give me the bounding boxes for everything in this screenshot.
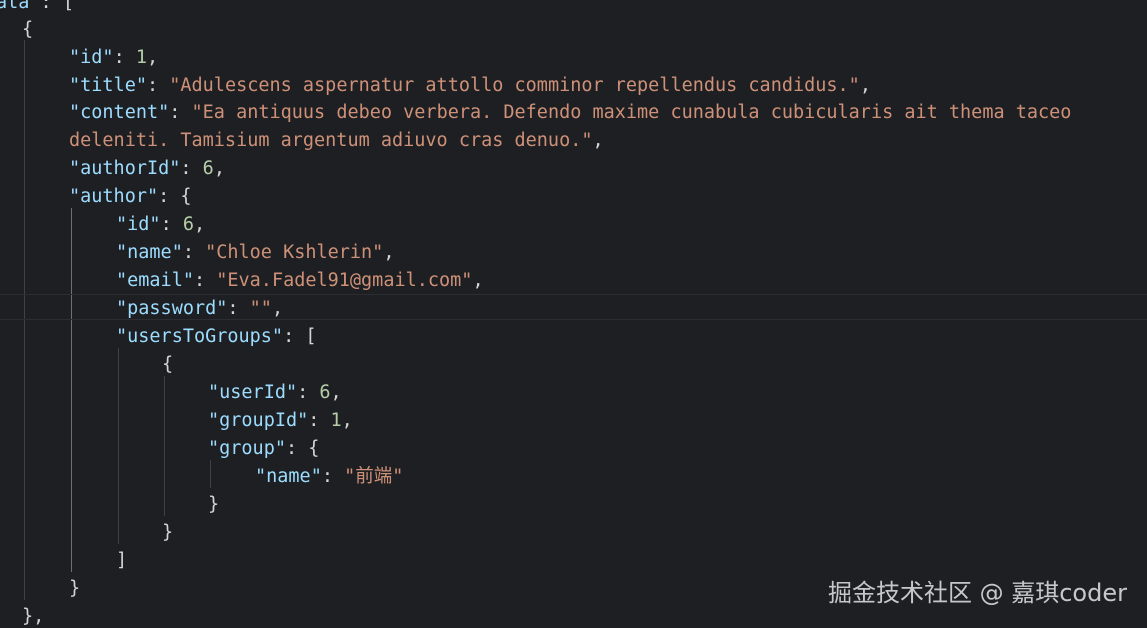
code-line: "password": "",: [116, 295, 283, 323]
code-line: },: [22, 603, 44, 628]
json-punctuation: ,: [146, 47, 159, 68]
json-punctuation: {: [162, 354, 174, 375]
code-line: "title": "Adulescens aspernatur attollo …: [69, 72, 871, 100]
code-line: "name": "前端": [255, 463, 403, 491]
json-punctuation: :: [321, 466, 345, 487]
json-punctuation: }: [69, 578, 81, 599]
json-punctuation: :: [169, 102, 192, 123]
indent-guide: [118, 348, 119, 544]
json-string: "前端": [344, 466, 404, 487]
json-key: "name": [255, 466, 322, 487]
code-line: "groupId": 1,: [208, 407, 353, 435]
json-key: "groupId": [208, 410, 309, 431]
json-punctuation: ]: [116, 550, 128, 571]
json-punctuation: :: [193, 270, 217, 291]
code-line: ata : [: [0, 0, 74, 17]
json-key: "group": [208, 438, 286, 459]
watermark: 掘金技术社区 @ 嘉琪coder: [827, 579, 1127, 607]
json-string: "Adulescens aspernatur attollo comminor …: [169, 75, 860, 96]
code-line: "email": "Eva.Fadel91@gmail.com",: [116, 267, 484, 295]
json-punctuation: :: [113, 47, 136, 68]
json-key: "title": [69, 75, 147, 96]
json-key: "password": [116, 298, 228, 319]
indent-guide: [164, 376, 165, 516]
json-punctuation: :: [297, 382, 320, 403]
code-line: "authorId": 6,: [69, 155, 225, 183]
json-key: "id": [69, 47, 114, 68]
json-punctuation: ,: [330, 382, 342, 403]
json-punctuation: }: [162, 522, 174, 543]
code-line: ]: [116, 547, 127, 575]
code-line: deleniti. Tamisium argentum adiuvo cras …: [69, 127, 604, 155]
code-line: }: [162, 519, 173, 547]
code-line: {: [22, 16, 33, 44]
json-punctuation: : {: [158, 186, 192, 207]
json-punctuation: ,: [341, 410, 353, 431]
json-key: "usersToGroups": [116, 326, 284, 347]
json-punctuation: ,: [213, 158, 225, 179]
json-punctuation: :: [182, 242, 206, 263]
json-number: 6: [202, 158, 214, 179]
json-punctuation: ,: [859, 75, 871, 96]
code-line: "id": 1,: [69, 44, 158, 72]
json-key: "author": [69, 186, 159, 207]
code-line: {: [162, 351, 173, 379]
indent-guide: [71, 208, 72, 572]
json-punctuation: :: [146, 75, 170, 96]
code-line: "userId": 6,: [208, 379, 342, 407]
code-line: }: [208, 491, 219, 519]
json-punctuation: :: [227, 298, 250, 319]
json-string: deleniti. Tamisium argentum adiuvo cras …: [69, 130, 593, 151]
json-key: "content": [69, 102, 170, 123]
code-line: "id": 6,: [116, 211, 205, 239]
json-punctuation: ,: [472, 270, 484, 291]
json-string: "Chloe Kshlerin": [205, 242, 384, 263]
code-line: }: [69, 575, 80, 603]
json-punctuation: ,: [592, 130, 604, 151]
json-punctuation: : [: [29, 0, 74, 13]
code-line: "author": {: [69, 183, 192, 211]
indent-guide: [24, 40, 25, 600]
code-line: "usersToGroups": [: [116, 323, 317, 351]
json-key: "userId": [208, 382, 298, 403]
json-string: "": [249, 298, 272, 319]
json-string: "Ea antiquus debeo verbera. Defendo maxi…: [191, 102, 1072, 123]
json-string: "Eva.Fadel91@gmail.com": [216, 270, 473, 291]
json-punctuation: : [: [283, 326, 317, 347]
json-number: 6: [319, 382, 331, 403]
json-punctuation: ,: [193, 214, 206, 235]
json-punctuation: :: [160, 214, 183, 235]
indent-guide: [210, 460, 211, 488]
json-punctuation: :: [180, 158, 203, 179]
code-line: "content": "Ea antiquus debeo verbera. D…: [69, 99, 1071, 127]
json-punctuation: ,: [383, 242, 395, 263]
json-punctuation: ,: [271, 298, 284, 319]
json-key: "authorId": [69, 158, 181, 179]
json-key: "name": [116, 242, 183, 263]
json-number: 6: [182, 214, 194, 235]
json-key: ata: [0, 0, 30, 13]
json-punctuation: },: [22, 606, 45, 627]
json-number: 1: [330, 410, 342, 431]
json-punctuation: :: [308, 410, 331, 431]
json-key: "id": [116, 214, 161, 235]
json-punctuation: }: [208, 494, 220, 515]
json-number: 1: [135, 47, 147, 68]
json-key: "email": [116, 270, 194, 291]
code-line: "name": "Chloe Kshlerin",: [116, 239, 394, 267]
json-punctuation: {: [22, 19, 34, 40]
json-punctuation: : {: [285, 438, 320, 459]
code-editor[interactable]: ata : [{"id": 1, "title": "Adulescens asp…: [0, 0, 1147, 628]
code-line: "group": {: [208, 435, 319, 463]
